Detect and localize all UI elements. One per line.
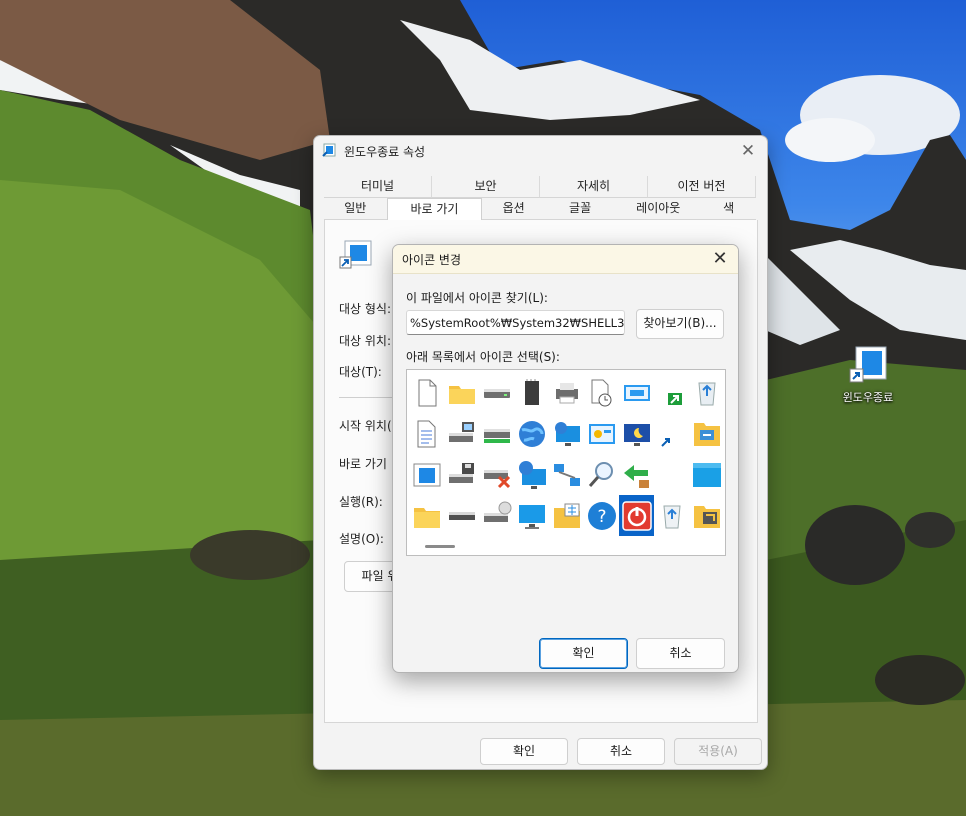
globe-monitor-icon[interactable] [514,454,549,495]
tab-options[interactable]: 옵션 [482,198,545,220]
shortcut-window-icon [848,345,888,383]
file-label: 이 파일에서 아이콘 찾기(L): [406,291,548,305]
search-icon[interactable] [584,454,619,495]
network-drive-icon[interactable] [444,413,479,454]
help-icon[interactable]: ? [584,495,619,536]
night-monitor-icon[interactable] [619,413,654,454]
power-icon[interactable] [619,495,654,536]
window-app-blue-icon[interactable] [409,454,444,495]
recycle-bin-full-icon[interactable] [689,372,724,413]
cancel-button[interactable]: 취소 [577,738,665,765]
close-icon[interactable]: ✕ [737,140,759,162]
icon-list[interactable]: ? [406,369,726,556]
target-type-label: 대상 형식: [339,302,392,316]
window-app-icon[interactable] [619,372,654,413]
tab-colors[interactable]: 색 [701,198,756,220]
desktop-shortcut[interactable]: 윈도우종료 [834,345,902,405]
folder-tools-icon[interactable] [689,495,724,536]
shortcut-arrow-icon[interactable] [654,372,689,413]
target-location-label: 대상 위치: [339,334,392,348]
drive-dark-icon[interactable] [444,495,479,536]
tab-terminal[interactable]: 터미널 [324,176,432,198]
control-panel-icon[interactable] [584,413,619,454]
folder-grid-icon[interactable] [549,495,584,536]
properties-title: 윈도우종료 속성 [344,144,426,159]
dialog-title: 아이콘 변경 [402,252,462,267]
properties-titlebar: 윈도우종료 속성 [314,136,767,166]
green-drive-icon[interactable] [479,413,514,454]
run-label: 실행(R): [339,495,383,509]
blank-blue-icon[interactable] [689,454,724,495]
close-icon[interactable]: ✕ [708,247,732,271]
back-arrow-icon[interactable] [619,454,654,495]
dialog-titlebar: 아이콘 변경 [393,245,738,274]
folder-network-icon[interactable] [689,413,724,454]
tab-shortcut[interactable]: 바로 가기 [386,198,483,220]
apply-button[interactable]: 적용(A) [674,738,762,765]
tab-layout[interactable]: 레이아웃 [615,198,702,220]
network-icon[interactable] [549,454,584,495]
horizontal-scrollbar[interactable] [425,545,455,548]
browse-button[interactable]: 찾아보기(B)... [636,309,724,339]
app-icon [322,143,336,160]
icon-file-path-input[interactable]: %SystemRoot%₩System32₩SHELL32.dll [406,310,625,335]
drive-error-icon[interactable] [479,454,514,495]
drive-icon[interactable] [479,372,514,413]
globe-icon[interactable] [514,413,549,454]
cd-drive-icon[interactable] [479,495,514,536]
svg-text:?: ? [597,507,606,527]
tab-general[interactable]: 일반 [324,198,387,220]
comment-label: 설명(O): [339,532,384,546]
target-label: 대상(T): [339,365,382,379]
floppy-drive-icon[interactable] [444,454,479,495]
network-monitor-icon[interactable] [549,413,584,454]
change-icon-dialog: 아이콘 변경 ✕ 이 파일에서 아이콘 찾기(L): %SystemRoot%₩… [392,244,739,673]
start-in-label: 시작 위치( [339,419,392,433]
printer-icon[interactable] [549,372,584,413]
memory-chip-icon[interactable] [514,372,549,413]
tab-font[interactable]: 글꼴 [544,198,616,220]
text-document-icon[interactable] [409,413,444,454]
monitor-icon[interactable] [514,495,549,536]
shortcut-large-icon [339,240,373,273]
tab-security[interactable]: 보안 [432,176,540,198]
blank-document-icon[interactable] [409,372,444,413]
tab-previous-versions[interactable]: 이전 버전 [648,176,756,198]
folder-icon[interactable] [444,372,479,413]
shortcut-key-label: 바로 가기 [339,457,387,471]
icon-list-label: 아래 목록에서 아이콘 선택(S): [406,350,560,364]
recycle-bin-icon[interactable] [654,495,689,536]
ok-button[interactable]: 확인 [480,738,568,765]
empty-slot [654,454,689,495]
folder-yellow-icon[interactable] [409,495,444,536]
shortcut-label: 윈도우종료 [842,391,894,404]
document-clock-icon[interactable] [584,372,619,413]
ok-button[interactable]: 확인 [539,638,628,669]
cancel-button[interactable]: 취소 [636,638,725,669]
tab-strip: 터미널 보안 자세히 이전 버전 일반 바로 가기 옵션 글꼴 레이아웃 색 [324,176,756,220]
tab-details[interactable]: 자세히 [540,176,648,198]
small-shortcut-icon[interactable] [654,413,689,454]
